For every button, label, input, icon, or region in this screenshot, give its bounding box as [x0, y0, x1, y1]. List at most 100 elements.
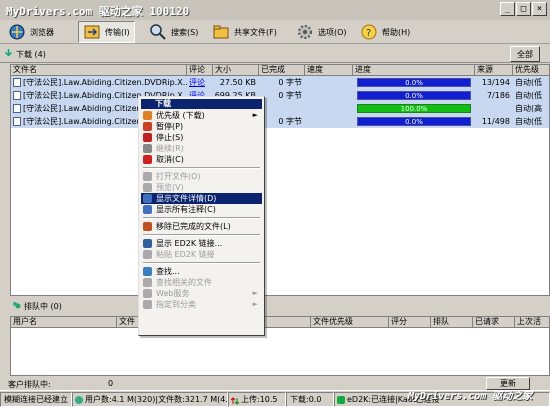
menu-item-preview: 预览(V) — [141, 182, 262, 193]
download-sources: 13/194 — [481, 78, 510, 87]
menu-item-web-services: Web服务 ► — [141, 288, 262, 299]
download-filename: [守法公民].Law.Abiding.Citizen.DVDRip.X... — [11, 76, 187, 89]
menu-item-label: 停止(S) — [156, 133, 184, 142]
toolbar-options-button[interactable]: 选项(O) — [292, 21, 351, 43]
menu-item-label: 显示文件详情(D) — [156, 194, 217, 203]
menu-separator — [143, 167, 260, 169]
clear-completed-icon — [143, 222, 152, 231]
col-header-filename[interactable]: 文件名 — [11, 65, 187, 76]
transfer-arrows-icon — [230, 396, 240, 405]
find-related-icon — [143, 278, 152, 287]
download-progress-bar: 0.0% — [357, 78, 471, 87]
col-header-speed[interactable]: 速度 — [305, 65, 353, 76]
menu-separator — [143, 262, 260, 264]
menu-item-comments[interactable]: 显示所有注释(C) — [141, 204, 262, 215]
download-arrow-icon — [4, 49, 13, 58]
menu-item-label: 优先级 (下载) — [156, 111, 205, 120]
menu-item-stop[interactable]: 停止(S) — [141, 132, 262, 143]
queue-col-rating[interactable]: 评分 — [389, 317, 431, 328]
filename-text: [守法公民].Law.Abiding.Citizen.DVDRip.X... — [23, 78, 187, 87]
all-button[interactable]: 全部 — [510, 46, 540, 62]
menu-item-label: 粘贴 ED2K 链接 — [156, 250, 215, 259]
resume-icon — [143, 144, 152, 153]
file-icon — [13, 78, 21, 87]
toolbar-options-label: 选项(O) — [318, 27, 347, 37]
menu-item-cancel[interactable]: 取消(C) — [141, 154, 262, 165]
menu-item-pause[interactable]: 暂停(P) — [141, 121, 262, 132]
download-completed: 0 字节 — [278, 78, 302, 87]
queue-col-requested[interactable]: 已请求 — [473, 317, 515, 328]
title-bar: MyDrivers.com 驱动之家 100120 _ □ × — [0, 0, 550, 20]
menu-item-label: Web服务 — [156, 289, 190, 298]
menu-item-label: 显示 ED2K 链接... — [156, 239, 223, 248]
download-row[interactable]: [守法公民].Law.Abiding.Citizen.DVDRip.X...评论… — [11, 89, 549, 102]
menu-separator — [143, 234, 260, 236]
toolbar-search-label: 搜索(S) — [171, 27, 199, 37]
toolbar-search-button[interactable]: 搜索(S) — [145, 21, 202, 43]
watermark: MyDrivers.com 驱动之家 — [408, 391, 533, 402]
download-completed — [259, 102, 305, 115]
download-priority: 自动(低 — [515, 91, 543, 100]
toolbar-transfer-button[interactable]: 传输(I) — [78, 21, 135, 43]
cancel-icon — [143, 155, 152, 164]
download-priority: 自动(低 — [515, 117, 543, 126]
queue-col-last-active[interactable]: 上次活 — [515, 317, 549, 328]
menu-item-label: 查找相关的文件 — [156, 278, 212, 287]
menu-item-priority[interactable]: 优先级 (下载) ► — [141, 110, 262, 121]
priority-icon — [143, 111, 152, 120]
menu-item-resume: 继续(R) — [141, 143, 262, 154]
options-icon — [296, 23, 314, 41]
category-icon — [143, 300, 152, 309]
submenu-arrow-icon: ► — [252, 300, 258, 308]
minimize-button[interactable]: _ — [500, 2, 515, 16]
download-row[interactable]: [守法公民].Law.Abiding.Citizen.D 0 字节 0.0% 11/4… — [11, 115, 549, 128]
download-row[interactable]: [守法公民].Law.Abiding.Citizen.DVDRip.X...评论… — [11, 76, 549, 89]
col-header-completed[interactable]: 已完成 — [259, 65, 305, 76]
download-comment[interactable]: 评论 — [187, 76, 213, 89]
queue-col-username[interactable]: 用户名 — [11, 317, 117, 328]
toolbar-shared-files-button[interactable]: 共享文件(F) — [208, 21, 281, 43]
downloads-header: 下载 (4) 全部 — [0, 45, 550, 63]
menu-item-find[interactable]: 查找... — [141, 266, 262, 277]
file-icon — [13, 104, 21, 113]
clients-queued-label: 客户排队中: — [8, 380, 51, 389]
download-sources: 11/498 — [481, 117, 510, 126]
col-header-sources[interactable]: 来源 — [475, 65, 513, 76]
col-header-progress[interactable]: 进度 — [353, 65, 475, 76]
filename-text: [守法公民].Law.Abiding.Citizen.D — [23, 104, 151, 113]
download-sources — [475, 102, 513, 115]
download-completed: 0 字节 — [278, 117, 302, 126]
transfer-icon — [83, 23, 101, 41]
close-button[interactable]: × — [532, 2, 547, 16]
clients-queued-value: 0 — [108, 379, 114, 388]
search-icon — [149, 23, 167, 41]
queue-col-file-priority[interactable]: 文件优先级 — [311, 317, 389, 328]
menu-item-paste: 粘贴 ED2K 链接 — [141, 249, 262, 260]
download-list: 文件名 评论 大小 已完成 速度 进度 来源 优先级 [守法公民].Law.Ab… — [10, 64, 550, 296]
toolbar-transfer-label: 传输(I) — [105, 27, 130, 37]
col-header-comment[interactable]: 评论 — [187, 65, 213, 76]
maximize-button[interactable]: □ — [516, 2, 531, 16]
ed2k-link-icon — [143, 239, 152, 248]
comments-icon — [143, 205, 152, 214]
download-size: 27.50 KB — [219, 78, 256, 87]
menu-item-file-details[interactable]: 显示文件详情(D) — [141, 193, 262, 204]
toolbar-browser-button[interactable]: 浏览器 — [4, 21, 58, 43]
col-header-size[interactable]: 大小 — [213, 65, 259, 76]
download-list-header: 文件名 评论 大小 已完成 速度 进度 来源 优先级 — [11, 65, 549, 76]
menu-item-ed2k-link[interactable]: 显示 ED2K 链接... — [141, 238, 262, 249]
pause-icon — [143, 122, 152, 131]
help-icon: ? — [360, 23, 378, 41]
toolbar-help-button[interactable]: ? 帮助(H) — [356, 21, 414, 43]
menu-item-label: 暂停(P) — [156, 122, 184, 131]
menu-item-clear-completed[interactable]: 移除已完成的文件(L) — [141, 221, 262, 232]
menu-item-label: 预览(V) — [156, 183, 184, 192]
open-file-icon — [143, 172, 152, 181]
download-row[interactable]: [守法公民].Law.Abiding.Citizen.D43.53 KB100.… — [11, 102, 549, 115]
col-header-priority[interactable]: 优先级 — [513, 65, 549, 76]
download-progress-bar: 100.0% — [357, 104, 471, 113]
download-progress-bar: 0.0% — [357, 91, 471, 100]
queue-col-queue[interactable]: 排队 — [431, 317, 473, 328]
status-transfer: 上传:10.5 — [228, 392, 286, 407]
menu-item-label: 移除已完成的文件(L) — [156, 222, 231, 231]
